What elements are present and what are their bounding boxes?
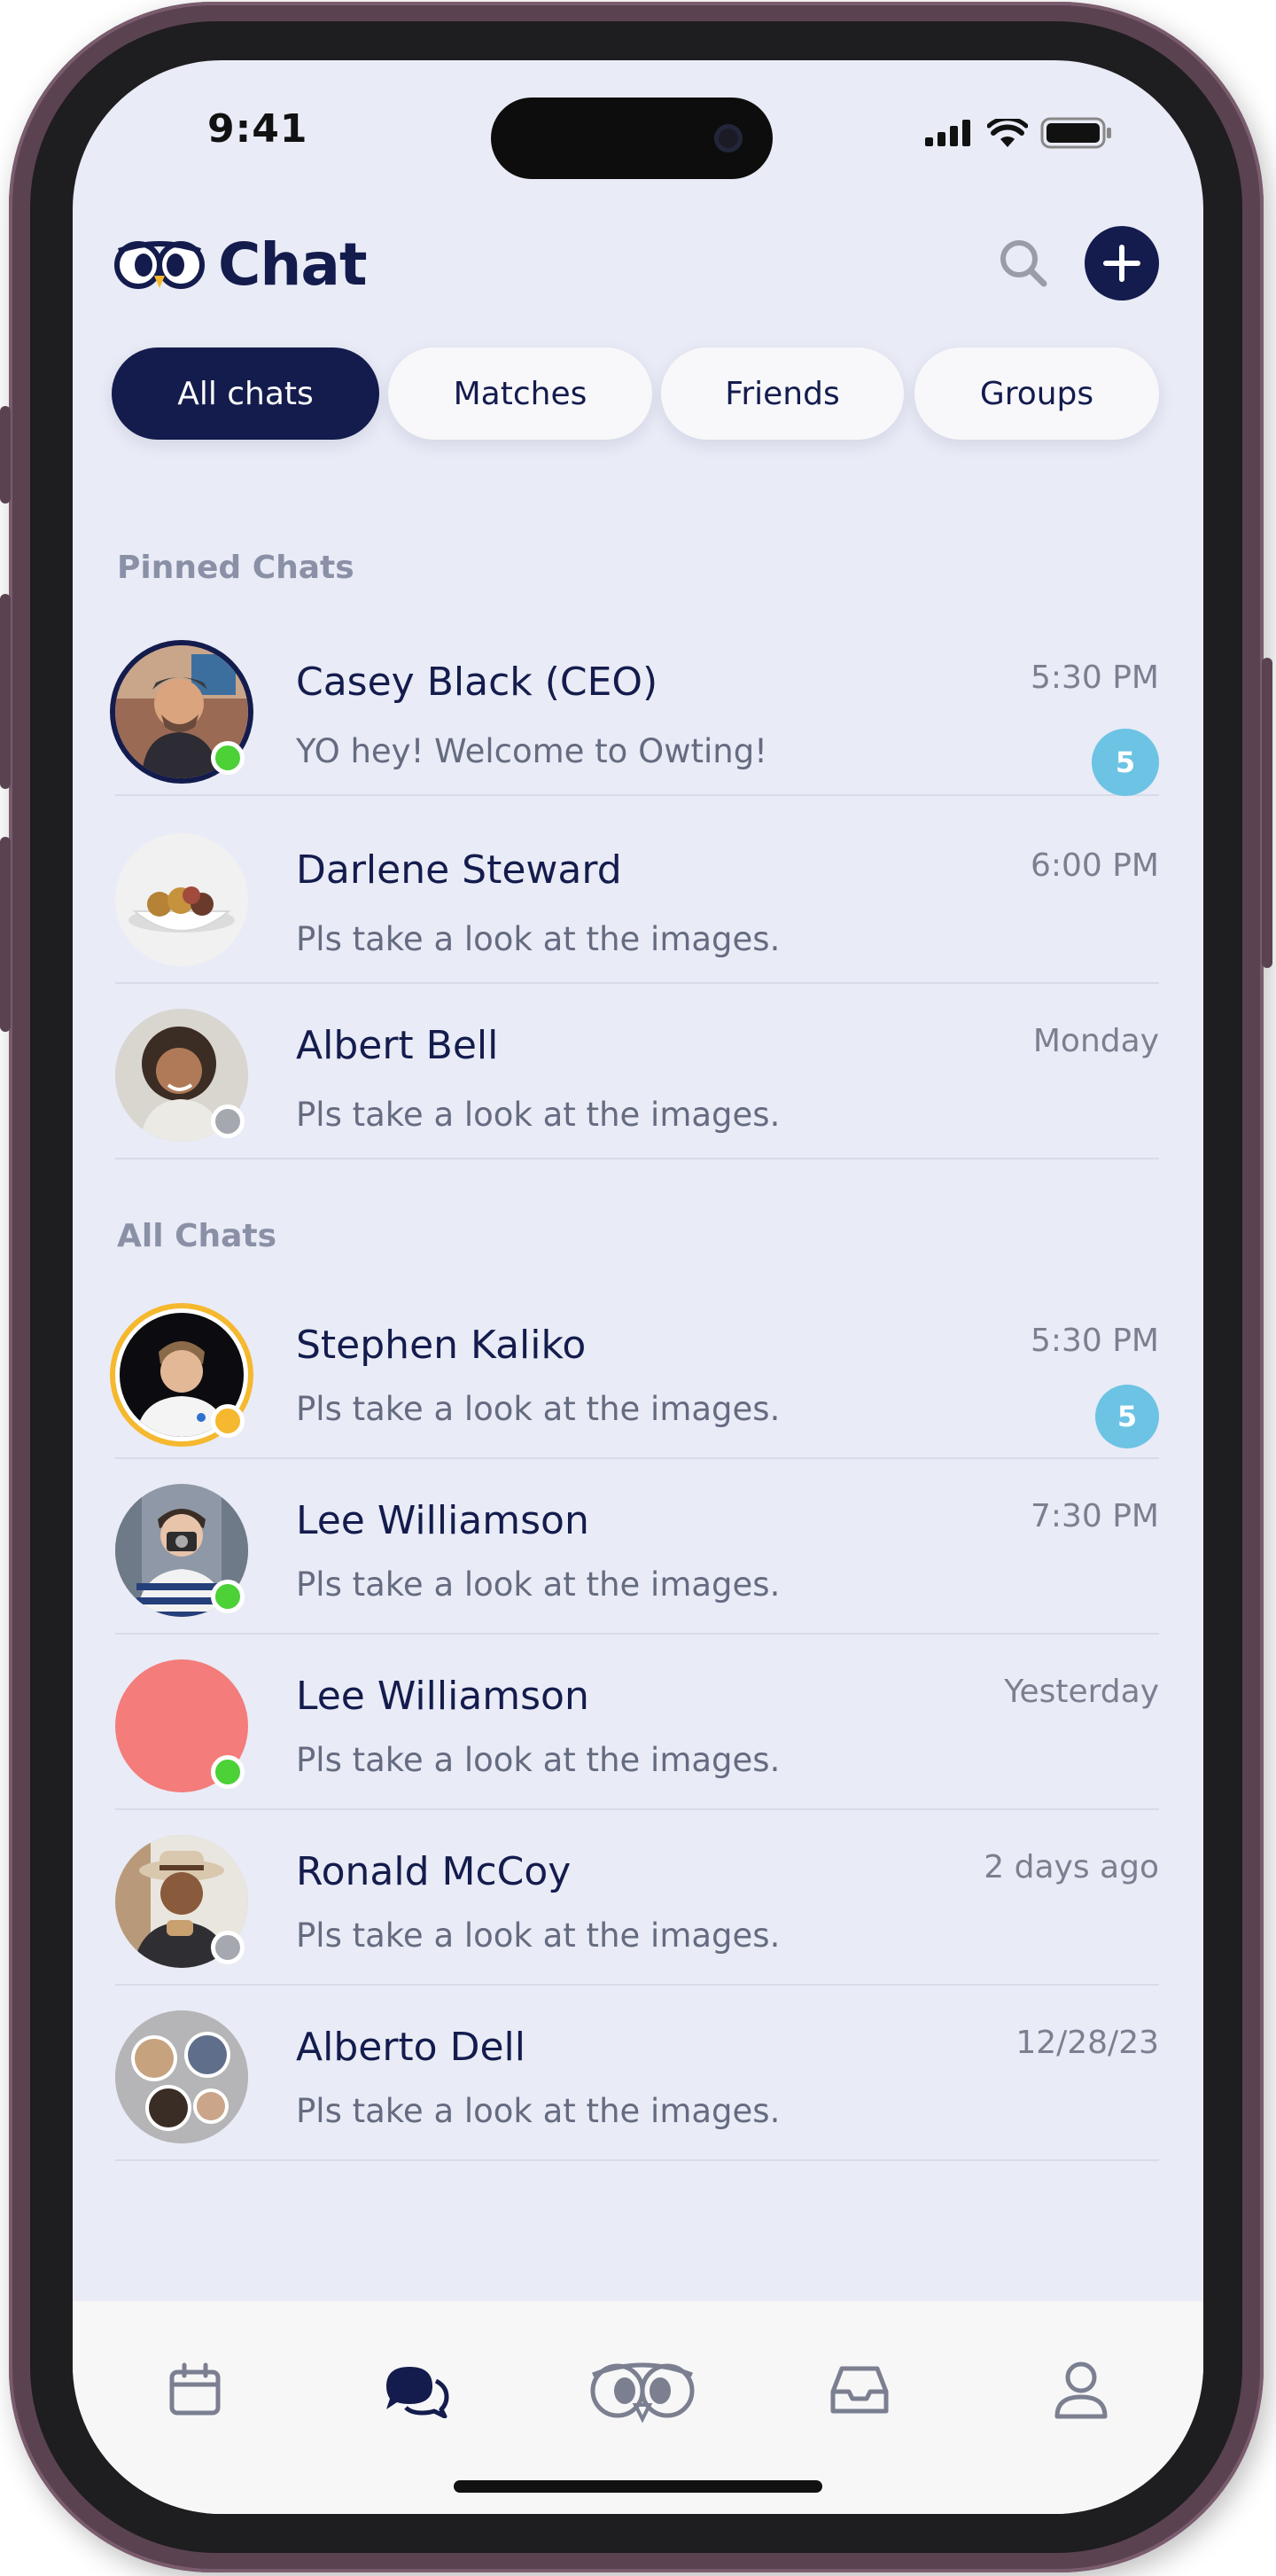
chat-preview: Pls take a look at the images.	[296, 2092, 781, 2130]
tab-friends[interactable]: Friends	[661, 347, 904, 440]
app-logo: Chat	[113, 230, 368, 299]
owl-icon	[590, 2362, 695, 2423]
volume-down-button	[0, 837, 11, 1032]
presence-online-indicator	[211, 1580, 245, 1613]
chat-time: 6:00 PM	[1030, 847, 1159, 884]
chat-time: 5:30 PM	[1030, 1323, 1159, 1359]
power-button	[1262, 658, 1272, 968]
chat-row[interactable]: Albert Bell Pls take a look at the image…	[115, 984, 1159, 1159]
nav-home[interactable]	[585, 2354, 700, 2425]
chat-preview: Pls take a look at the images.	[296, 920, 781, 958]
chat-preview: Pls take a look at the images.	[296, 1565, 781, 1604]
home-indicator[interactable]	[454, 2480, 822, 2493]
chat-preview: Pls take a look at the images.	[296, 1916, 781, 1955]
status-time: 9:41	[207, 106, 308, 152]
calendar-icon	[169, 2362, 221, 2416]
unread-badge: 5	[1095, 1385, 1159, 1448]
dynamic-island	[491, 98, 773, 179]
chat-row[interactable]: Ronald McCoy Pls take a look at the imag…	[115, 1810, 1159, 1986]
chat-name: Ronald McCoy	[296, 1849, 572, 1894]
presence-online-indicator	[211, 1755, 245, 1789]
action-button	[0, 406, 11, 503]
filter-tabs: All chats Matches Friends Groups	[112, 347, 1171, 440]
tab-matches[interactable]: Matches	[388, 347, 652, 440]
app-screen: 9:41 Chat All chats Matches Friends Grou…	[73, 60, 1203, 2514]
status-icons	[925, 117, 1113, 149]
all-chats-section-title: All Chats	[117, 1218, 277, 1254]
page-title: Chat	[218, 230, 368, 299]
chat-name: Albert Bell	[296, 1023, 499, 1068]
new-chat-button[interactable]	[1085, 226, 1159, 301]
owl-logo-icon	[114, 240, 205, 289]
tab-all-chats[interactable]: All chats	[112, 347, 379, 440]
camera-icon	[714, 124, 743, 152]
chat-time: 5:30 PM	[1030, 660, 1159, 696]
nav-inbox[interactable]	[824, 2354, 895, 2425]
wifi-icon	[987, 119, 1028, 147]
pinned-section-title: Pinned Chats	[117, 550, 354, 586]
profile-icon	[1054, 2361, 1108, 2419]
inbox-icon	[830, 2366, 889, 2414]
chat-time: 12/28/23	[1015, 2025, 1159, 2061]
chat-time: 2 days ago	[984, 1849, 1159, 1885]
nav-profile[interactable]	[1046, 2354, 1116, 2425]
battery-icon	[1040, 117, 1111, 149]
nav-calendar[interactable]	[160, 2354, 230, 2425]
unread-badge: 5	[1092, 729, 1159, 796]
chat-row[interactable]: Alberto Dell Pls take a look at the imag…	[115, 1986, 1159, 2161]
cellular-signal-icon	[925, 120, 970, 146]
nav-chats[interactable]	[379, 2354, 450, 2425]
presence-offline-indicator	[211, 1931, 245, 1964]
chat-preview: Pls take a look at the images.	[296, 1741, 781, 1779]
search-button[interactable]	[994, 234, 1053, 293]
avatar	[115, 833, 248, 966]
chat-name: Lee Williamson	[296, 1674, 589, 1719]
chat-row[interactable]: Lee Williamson Pls take a look at the im…	[115, 1459, 1159, 1635]
search-icon	[1000, 240, 1047, 287]
volume-up-button	[0, 594, 11, 789]
chat-row[interactable]: Stephen Kaliko Pls take a look at the im…	[110, 1284, 1159, 1459]
presence-offline-indicator	[211, 1105, 245, 1138]
chat-preview: Pls take a look at the images.	[296, 1096, 781, 1134]
chat-row[interactable]: Lee Williamson Pls take a look at the im…	[115, 1635, 1159, 1810]
chat-name: Lee Williamson	[296, 1498, 589, 1543]
chat-bubbles-icon	[386, 2367, 449, 2418]
chat-preview: YO hey! Welcome to Owting!	[296, 732, 768, 770]
chat-time: 7:30 PM	[1030, 1498, 1159, 1534]
chat-name: Alberto Dell	[296, 2025, 525, 2070]
plus-icon	[1103, 245, 1140, 282]
chat-name: Stephen Kaliko	[296, 1323, 587, 1368]
chat-time: Monday	[1032, 1023, 1159, 1059]
tab-groups[interactable]: Groups	[914, 347, 1159, 440]
chat-time: Yesterday	[1004, 1674, 1159, 1710]
chat-row[interactable]: Casey Black (CEO) YO hey! Welcome to Owt…	[110, 621, 1159, 796]
chat-name: Darlene Steward	[296, 847, 622, 893]
chat-preview: Pls take a look at the images.	[296, 1390, 781, 1428]
presence-away-indicator	[211, 1404, 245, 1438]
presence-online-indicator	[211, 741, 245, 775]
chat-name: Casey Black (CEO)	[296, 660, 658, 705]
group-avatar	[115, 2010, 248, 2143]
chat-row[interactable]: Darlene Steward Pls take a look at the i…	[115, 808, 1159, 984]
